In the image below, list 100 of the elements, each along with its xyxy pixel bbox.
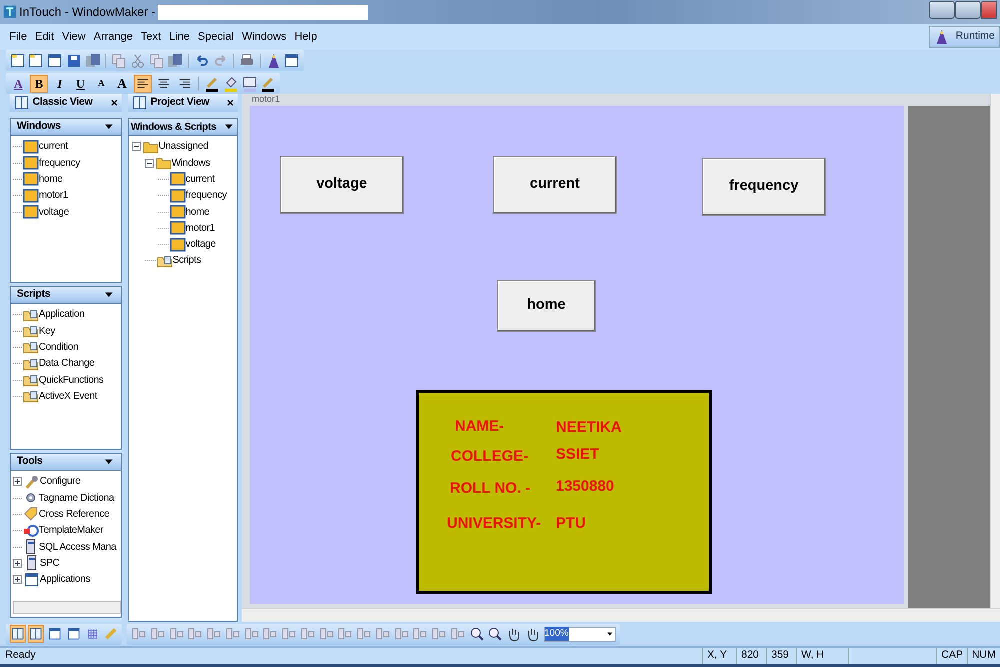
menu-item[interactable]: Windows — [238, 28, 291, 46]
menu-item[interactable]: Arrange — [90, 28, 137, 46]
align-button[interactable] — [134, 74, 152, 92]
tree-item[interactable]: QuickFunctions — [39, 372, 104, 388]
zoom-icon[interactable] — [468, 626, 484, 642]
status-indicator: NUM — [972, 648, 996, 664]
tree-item[interactable]: home — [186, 204, 210, 220]
app-icon — [2, 5, 17, 19]
application-window-icon — [24, 572, 40, 588]
runtime-button[interactable]: Runtime — [929, 26, 1000, 48]
tree-item[interactable]: Tagname Dictiona — [39, 490, 114, 506]
menu-item[interactable]: View — [58, 28, 90, 46]
menu-item[interactable]: Special — [194, 28, 238, 46]
collapse-icon[interactable] — [132, 142, 141, 152]
vertical-scrollbar[interactable] — [990, 94, 1000, 608]
status-value: 820 — [741, 648, 760, 664]
horizontal-scrollbar[interactable] — [13, 601, 121, 614]
horizontal-scrollbar[interactable] — [242, 608, 1000, 622]
canvas-button[interactable]: home — [497, 280, 596, 332]
window-icon — [23, 204, 39, 220]
info-label: UNIVERSITY- — [447, 514, 542, 534]
pencil-icon[interactable] — [260, 76, 276, 92]
tree-item[interactable]: Data Change — [39, 356, 95, 372]
tree-item[interactable]: home — [39, 172, 63, 187]
section-title: Scripts — [17, 287, 50, 302]
window-tab[interactable]: motor1 — [252, 94, 280, 104]
menu-item[interactable]: Help — [290, 28, 322, 46]
format-button[interactable]: I — [51, 74, 69, 92]
tree-item[interactable]: motor1 — [39, 188, 68, 204]
window-icon — [170, 236, 186, 253]
close-button[interactable]: × — [226, 94, 234, 112]
window-icon — [66, 627, 81, 641]
canvas-button[interactable]: current — [493, 156, 617, 214]
menu-item[interactable]: File — [6, 28, 32, 46]
scissors-icon[interactable] — [130, 52, 146, 68]
tree-item[interactable]: Cross Reference — [39, 506, 110, 522]
stacked-pages-icon[interactable] — [84, 52, 100, 68]
expand-icon[interactable] — [13, 558, 22, 568]
section-title: Windows & Scripts — [131, 120, 216, 134]
close-button[interactable] — [981, 1, 998, 19]
line-color-icon[interactable] — [204, 76, 220, 92]
menu-item[interactable]: Text — [137, 28, 166, 46]
open-page-icon[interactable] — [28, 52, 44, 68]
expand-icon[interactable] — [13, 575, 22, 584]
screen-icon[interactable] — [284, 52, 300, 68]
panel-title: Project View — [150, 95, 210, 110]
tree-item[interactable]: current — [39, 139, 68, 154]
tree-item[interactable]: voltage — [186, 237, 216, 252]
close-button[interactable]: × — [110, 94, 118, 112]
expand-icon[interactable] — [13, 477, 22, 486]
tree-item[interactable]: SPC — [40, 556, 60, 571]
tree-item[interactable]: Key — [39, 324, 56, 339]
tree-item[interactable]: Application — [39, 307, 85, 322]
tree-item[interactable]: Applications — [40, 572, 90, 588]
tree-item[interactable]: ActiveX Event — [39, 388, 98, 404]
menu-item[interactable]: Line — [165, 28, 194, 46]
section-title: Windows — [17, 119, 61, 134]
window-title: InTouch - WindowMaker - — [20, 4, 156, 21]
format-button[interactable]: B — [30, 74, 48, 92]
tree-item[interactable]: TemplateMaker — [39, 523, 104, 538]
view-button[interactable] — [28, 625, 44, 643]
tree-item[interactable]: Scripts — [172, 253, 202, 268]
format-button[interactable]: A — [10, 74, 28, 92]
zoom-dropdown[interactable]: 100% — [544, 626, 616, 642]
tag-icon — [23, 506, 39, 522]
status-value: 359 — [771, 648, 790, 664]
tree-item[interactable]: current — [186, 172, 215, 187]
info-label: COLLEGE- — [451, 447, 528, 467]
window-icon — [170, 171, 186, 188]
collapse-icon[interactable] — [144, 158, 154, 168]
tree-item[interactable]: SQL Access Mana — [39, 540, 116, 555]
restore-button[interactable] — [955, 1, 982, 19]
window-icon — [170, 220, 186, 236]
tree-item[interactable]: Unassigned — [158, 139, 209, 154]
tree-item[interactable]: Condition — [39, 340, 79, 355]
tree-item[interactable]: Windows — [172, 156, 210, 171]
tree-item[interactable]: motor1 — [186, 220, 216, 236]
canvas-button[interactable]: frequency — [702, 158, 826, 216]
view-button[interactable] — [10, 625, 26, 643]
menu-item[interactable]: Edit — [31, 28, 58, 46]
fill-color-icon[interactable] — [222, 76, 239, 92]
wrench-icon — [24, 474, 40, 490]
info-value: NEETIKA — [556, 418, 622, 438]
window-icon — [48, 627, 62, 641]
window-icon[interactable] — [47, 52, 63, 68]
format-button[interactable]: A — [92, 74, 110, 92]
window-icon — [23, 171, 39, 188]
new-page-icon[interactable] — [10, 52, 26, 68]
window-color-icon[interactable] — [242, 76, 258, 92]
tree-item[interactable]: frequency — [39, 156, 80, 171]
tree-item[interactable]: Configure — [40, 474, 81, 490]
tree-item[interactable]: voltage — [39, 204, 70, 220]
canvas-button[interactable]: voltage — [280, 156, 404, 214]
format-button[interactable]: U — [72, 74, 90, 92]
tree-item[interactable]: frequency — [186, 188, 227, 204]
minimize-button[interactable] — [929, 1, 956, 19]
grid-icon — [86, 627, 100, 641]
format-button[interactable]: A — [113, 74, 132, 92]
zoom-icon[interactable] — [487, 626, 504, 642]
panel-icon — [132, 95, 148, 111]
